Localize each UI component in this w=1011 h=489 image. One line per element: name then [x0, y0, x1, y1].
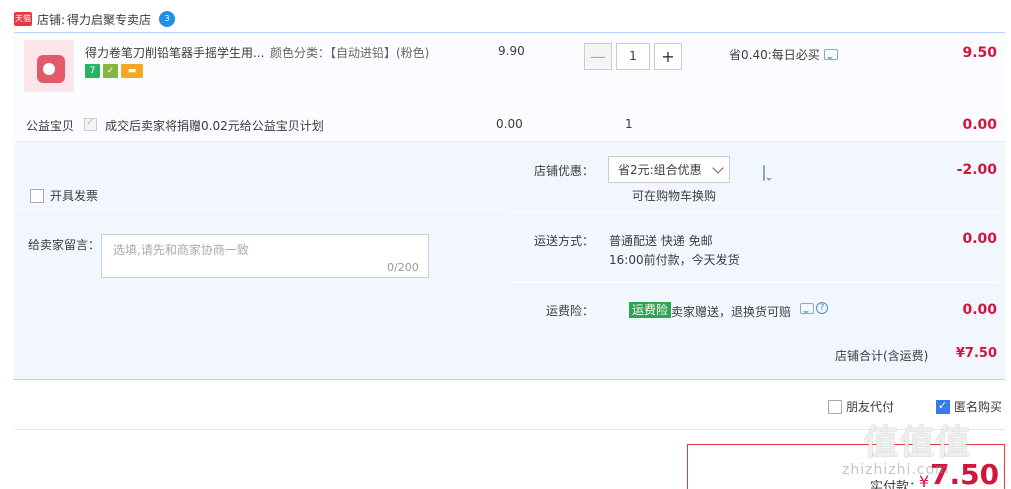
shop-label: 店铺: [37, 12, 66, 27]
friend-pay-label: 朋友代付 [846, 400, 895, 414]
increase-quantity-button[interactable]: + [654, 43, 682, 70]
item-discount: 省0.40:每日必买 [729, 46, 838, 63]
shipping-method: 普通配送 快递 免邮 [609, 234, 713, 248]
credit-card-icon[interactable]: ▬ [121, 64, 143, 78]
divider [14, 429, 1005, 430]
message-label: 给卖家留言： [28, 238, 101, 252]
charity-total: 0.00 [962, 117, 997, 133]
shop-discount-selected: 省2元:组合优惠 [618, 163, 702, 177]
chevron-down-icon [712, 161, 724, 174]
watermark-logo: 值值值 [864, 423, 972, 463]
tmall-icon: 天猫 [14, 12, 32, 26]
shipping-label: 运送方式： [534, 234, 595, 248]
item-total: 9.50 [962, 45, 997, 61]
shop-discount-select[interactable]: 省2元:组合优惠 [608, 156, 730, 183]
anonymous-buy-label: 匿名购买 [954, 400, 1003, 414]
watermark-site: zhizhizhi.com [842, 462, 950, 478]
shop-subtotal-label: 店铺合计(含运费) [835, 349, 929, 363]
comment-icon[interactable] [800, 302, 814, 314]
shop-name-link[interactable]: 得力启聚专卖店 [67, 11, 151, 28]
shop-discount-label: 店铺优惠： [534, 164, 595, 178]
anonymous-buy-option[interactable]: 匿名购买 [936, 398, 1002, 415]
shipping-note: 16:00前付款，今天发货 [609, 253, 740, 267]
divider [509, 212, 1005, 213]
charity-checkbox [84, 117, 97, 131]
insurance-text: 卖家赠送，退换货可赔 [671, 305, 792, 319]
insurance-label: 运费险： [546, 304, 595, 318]
comment-icon[interactable] [762, 165, 765, 181]
charity-qty: 1 [625, 117, 633, 131]
shop-subtotal-value: ¥7.50 [955, 346, 997, 361]
divider [14, 209, 509, 210]
charity-text: 成交后卖家将捐赠0.02元给公益宝贝计划 [105, 119, 324, 133]
item-thumbnail[interactable] [24, 40, 74, 92]
invoice-option[interactable]: 开具发票 [30, 187, 98, 204]
shop-discount-value: -2.00 [956, 162, 997, 178]
invoice-checkbox[interactable] [30, 188, 44, 203]
insurance-icons: ? [800, 302, 828, 314]
item-sku: 颜色分类：【自动进铅】(粉色) [270, 46, 430, 60]
unit-price: 9.90 [498, 44, 525, 58]
insurance-badge: 运费险 [629, 302, 672, 318]
invoice-label: 开具发票 [50, 189, 99, 203]
friend-pay-option[interactable]: 朋友代付 [828, 398, 894, 415]
charity-price: 0.00 [496, 117, 523, 131]
guarantee-icon[interactable]: ✓ [103, 64, 118, 78]
wangwang-chat-icon[interactable]: 3 [159, 11, 176, 27]
item-title-link[interactable]: 得力卷笔刀削铅笔器手摇学生用... [85, 44, 265, 61]
help-icon[interactable]: ? [816, 302, 828, 314]
comment-icon[interactable] [823, 49, 838, 60]
item-discount-text: 省0.40:每日必买 [729, 48, 820, 62]
shop-discount-note: 可在购物车换购 [632, 189, 717, 203]
charity-label: 公益宝贝 [26, 119, 75, 133]
message-placeholder: 选填,请先和商家协商一致 [113, 243, 249, 257]
shop-header: 天猫 店铺: 得力启聚专卖店 3 [14, 8, 176, 30]
quantity-stepper: — 1 + [584, 43, 682, 70]
quantity-input[interactable]: 1 [616, 43, 650, 70]
seven-day-return-icon[interactable]: 7 [85, 64, 100, 78]
friend-pay-checkbox[interactable] [828, 399, 842, 414]
service-tags: 7 ✓ ▬ [85, 64, 143, 78]
insurance-value: 0.00 [962, 302, 997, 318]
decrease-quantity-button[interactable]: — [584, 43, 612, 70]
anonymous-buy-checkbox[interactable] [936, 399, 950, 414]
sharpener-hole [43, 63, 55, 75]
message-char-count: 0/200 [387, 261, 419, 274]
shipping-value: 0.00 [962, 231, 997, 247]
divider [509, 282, 1005, 283]
